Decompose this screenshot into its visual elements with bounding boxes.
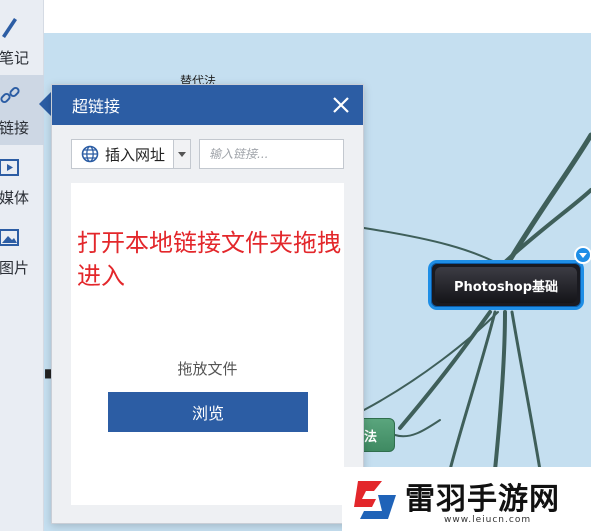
link-icon (0, 86, 20, 104)
link-url-input[interactable] (199, 139, 344, 169)
annotation-text: 打开本地链接文件夹拖拽进入 (77, 229, 341, 290)
film-icon (0, 159, 19, 176)
sidebar-item-image[interactable]: 图片 (0, 220, 44, 290)
topic-node-label: 法 (364, 429, 378, 445)
panel-header: 超链接 (52, 85, 363, 125)
watermark-logo: 雷羽手游网 www.leiucn.com (342, 467, 591, 531)
file-drop-area[interactable]: 打开本地链接文件夹拖拽进入 拖放文件 浏览 (71, 183, 344, 505)
browse-button[interactable]: 浏览 (108, 392, 308, 432)
central-node[interactable]: Photoshop基础 (428, 260, 584, 310)
hyperlink-panel: 超链接 插入网址 打开本地链接文件夹拖拽进入 拖放文件 浏览 (51, 84, 364, 524)
sidebar-item-link[interactable]: 链接 (0, 75, 44, 145)
sidebar-item-label: 笔记 (0, 49, 30, 67)
sidebar-item-media[interactable]: 媒体 (0, 150, 44, 220)
pen-icon (2, 18, 17, 38)
sidebar-item-notes[interactable]: 笔记 (0, 0, 44, 70)
central-node-label: Photoshop基础 (435, 267, 577, 303)
image-icon (0, 229, 19, 246)
insert-type-select[interactable]: 插入网址 (71, 139, 191, 169)
panel-title: 超链接 (72, 97, 121, 116)
globe-icon (81, 145, 99, 163)
close-icon[interactable] (331, 95, 351, 115)
logo-icon (354, 481, 396, 519)
node-collapse-handle[interactable] (574, 246, 591, 264)
sidebar-item-label: 媒体 (0, 189, 30, 207)
watermark-url: www.leiucn.com (444, 515, 532, 525)
watermark-title: 雷羽手游网 (405, 482, 560, 517)
sidebar-item-label: 链接 (0, 119, 30, 137)
panel-pointer (39, 92, 51, 116)
chevron-down-icon[interactable] (173, 140, 190, 168)
sidebar-item-label: 图片 (0, 259, 30, 277)
drop-label: 拖放文件 (177, 360, 238, 378)
left-toolbar: 笔记 链接 媒体 图片 (0, 0, 44, 531)
insert-type-value: 插入网址 (105, 145, 166, 164)
